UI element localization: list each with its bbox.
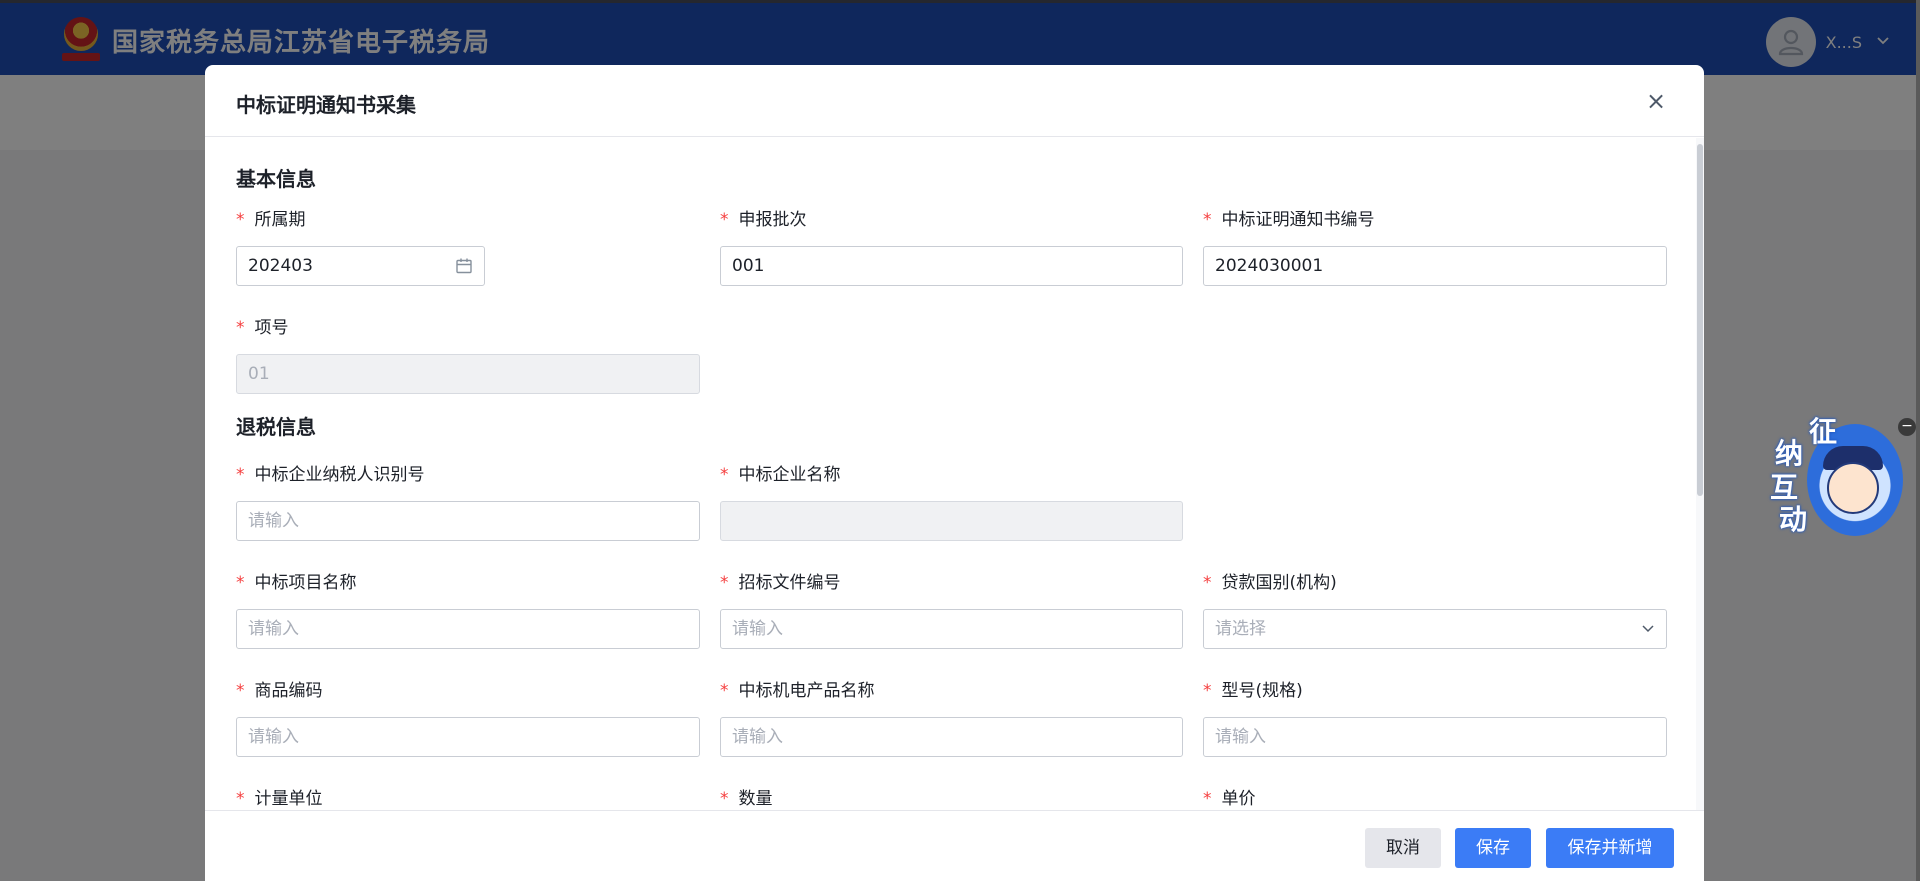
select-placeholder: 请选择 xyxy=(1215,619,1266,639)
dialog-scrollbar[interactable] xyxy=(1696,138,1704,875)
taxpayer-id-input[interactable]: 请输入 xyxy=(236,501,700,541)
field-quantity: * 数量 xyxy=(720,787,1183,811)
required-mark: * xyxy=(720,789,729,809)
field-label: 单价 xyxy=(1221,789,1256,809)
assistant-char: 征 xyxy=(1809,415,1838,448)
field-tender-doc-number: * 招标文件编号 请输入 xyxy=(720,571,1183,649)
dialog-title: 中标证明通知书采集 xyxy=(236,93,416,117)
field-label: 中标企业纳税人识别号 xyxy=(254,465,425,485)
required-mark: * xyxy=(1203,573,1212,593)
page-scrollbar[interactable] xyxy=(1916,0,1920,881)
field-loan-country: * 贷款国别(机构) 请选择 xyxy=(1203,571,1667,649)
field-label: 项号 xyxy=(254,318,289,338)
required-mark: * xyxy=(236,465,245,485)
section-title-basic: 基本信息 xyxy=(236,167,316,191)
required-mark: * xyxy=(720,681,729,701)
field-label: 申报批次 xyxy=(738,210,807,230)
calendar-icon[interactable] xyxy=(455,247,473,285)
field-label: 中标证明通知书编号 xyxy=(1221,210,1375,230)
close-icon[interactable]: × xyxy=(1642,87,1670,115)
cancel-button[interactable]: 取消 xyxy=(1365,828,1441,868)
field-label: 招标文件编号 xyxy=(738,573,841,593)
required-mark: * xyxy=(236,681,245,701)
field-notice-number: * 中标证明通知书编号 2024030001 xyxy=(1203,208,1667,286)
field-period: * 所属期 202403 xyxy=(236,208,485,286)
dialog-footer: 取消 保存 保存并新增 xyxy=(205,810,1704,881)
field-label: 贷款国别(机构) xyxy=(1221,573,1337,593)
scrollbar-thumb[interactable] xyxy=(1697,144,1703,496)
loan-country-select[interactable]: 请选择 xyxy=(1203,609,1667,649)
batch-input[interactable]: 001 xyxy=(720,246,1183,286)
field-label: 所属期 xyxy=(254,210,306,230)
field-project-name: * 中标项目名称 请输入 xyxy=(236,571,700,649)
field-batch: * 申报批次 001 xyxy=(720,208,1183,286)
field-unit: * 计量单位 xyxy=(236,787,700,811)
save-button[interactable]: 保存 xyxy=(1455,828,1531,868)
field-model: * 型号(规格) 请输入 xyxy=(1203,679,1667,757)
required-mark: * xyxy=(1203,681,1212,701)
model-input[interactable]: 请输入 xyxy=(1203,717,1667,757)
minimize-icon[interactable]: − xyxy=(1898,418,1916,436)
field-company-name: * 中标企业名称 xyxy=(720,463,1183,541)
field-price: * 单价 xyxy=(1203,787,1667,811)
section-title-refund: 退税信息 xyxy=(236,415,316,439)
period-value: 202403 xyxy=(248,256,313,276)
required-mark: * xyxy=(236,573,245,593)
tender-doc-number-input[interactable]: 请输入 xyxy=(720,609,1183,649)
officer-avatar xyxy=(1827,462,1879,514)
chevron-down-icon[interactable] xyxy=(1641,610,1655,648)
field-label: 中标企业名称 xyxy=(738,465,841,485)
assistant-widget[interactable]: 征 纳 互 动 xyxy=(1765,410,1903,540)
field-label: 计量单位 xyxy=(254,789,323,809)
product-name-input[interactable]: 请输入 xyxy=(720,717,1183,757)
required-mark: * xyxy=(720,465,729,485)
required-mark: * xyxy=(236,318,245,338)
field-label: 数量 xyxy=(738,789,773,809)
required-mark: * xyxy=(236,210,245,230)
field-goods-code: * 商品编码 请输入 xyxy=(236,679,700,757)
company-name-input xyxy=(720,501,1183,541)
period-date-picker[interactable]: 202403 xyxy=(236,246,485,286)
required-mark: * xyxy=(236,789,245,809)
field-product-name: * 中标机电产品名称 请输入 xyxy=(720,679,1183,757)
required-mark: * xyxy=(1203,210,1212,230)
field-item-number: * 项号 01 xyxy=(236,316,700,394)
field-label: 中标项目名称 xyxy=(254,573,357,593)
field-taxpayer-id: * 中标企业纳税人识别号 请输入 xyxy=(236,463,700,541)
item-number-input: 01 xyxy=(236,354,700,394)
save-and-new-button[interactable]: 保存并新增 xyxy=(1546,828,1674,868)
required-mark: * xyxy=(720,210,729,230)
goods-code-input[interactable]: 请输入 xyxy=(236,717,700,757)
field-label: 商品编码 xyxy=(254,681,323,701)
dialog-body: 基本信息 * 所属期 202403 * 申报批次 001 * 中标证明通知书编号 20… xyxy=(205,138,1704,875)
assistant-char: 动 xyxy=(1779,503,1808,536)
dialog-header: 中标证明通知书采集 × xyxy=(205,65,1704,137)
project-name-input[interactable]: 请输入 xyxy=(236,609,700,649)
field-label: 型号(规格) xyxy=(1221,681,1303,701)
field-label: 中标机电产品名称 xyxy=(738,681,875,701)
required-mark: * xyxy=(1203,789,1212,809)
notice-number-input[interactable]: 2024030001 xyxy=(1203,246,1667,286)
collect-notice-dialog: 中标证明通知书采集 × 基本信息 * 所属期 202403 * 申报批次 001 *… xyxy=(205,65,1704,881)
required-mark: * xyxy=(720,573,729,593)
